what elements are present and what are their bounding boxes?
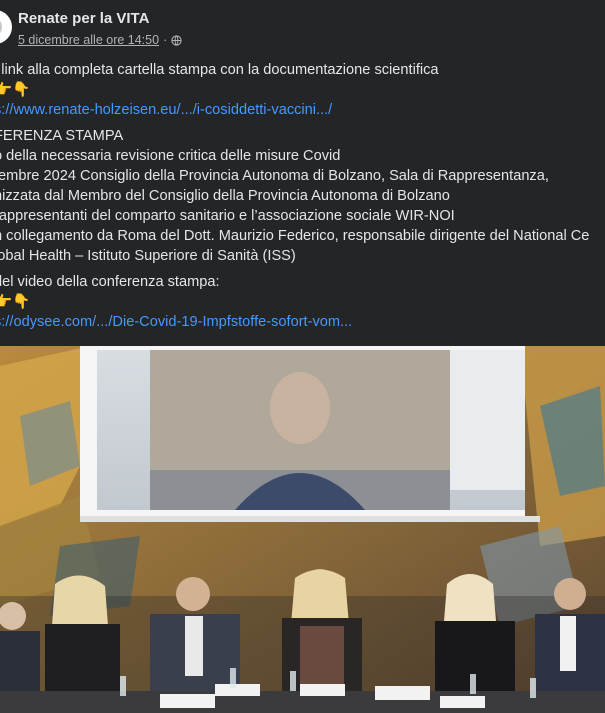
body-line: tembre 2024 Consiglio della Provincia Au… <box>0 168 549 184</box>
post-header: Renate per la VITA 5 dicembre alle ore 1… <box>0 0 605 56</box>
body-line: n collegamento da Roma del Dott. Maurizi… <box>0 228 590 244</box>
meta-separator: · <box>163 33 168 47</box>
body-line: rappresentanti del comparto sanitario e … <box>0 208 455 224</box>
post-timestamp[interactable]: 5 dicembre alle ore 14:50 <box>18 33 159 47</box>
page-name-link[interactable]: Renate per la VITA <box>18 10 149 27</box>
post-body: l link alla completa cartella stampa con… <box>0 60 605 332</box>
page-avatar[interactable] <box>0 10 12 44</box>
body-line: nizzata dal Membro del Consiglio della P… <box>0 188 450 204</box>
body-line: o della necessaria revisione critica del… <box>0 148 341 164</box>
globe-icon[interactable] <box>171 34 182 46</box>
video-link[interactable]: s://odysee.com/.../Die-Covid-19-Impfstof… <box>0 312 605 332</box>
emoji-line: 👉👇 <box>0 82 31 98</box>
press-kit-link[interactable]: s://www.renate-holzeisen.eu/.../i-cosidd… <box>0 100 605 120</box>
post-meta: 5 dicembre alle ore 14:50 · <box>18 33 182 47</box>
body-line: lobal Health – Istituto Superiore di San… <box>0 248 296 264</box>
body-line: FERENZA STAMPA <box>0 128 124 144</box>
press-conference-image <box>0 346 605 713</box>
emoji-line: 👉👇 <box>0 294 31 310</box>
body-line: l link alla completa cartella stampa con… <box>0 62 439 78</box>
body-line: del video della conferenza stampa: <box>0 274 220 290</box>
post-photo[interactable] <box>0 346 605 713</box>
